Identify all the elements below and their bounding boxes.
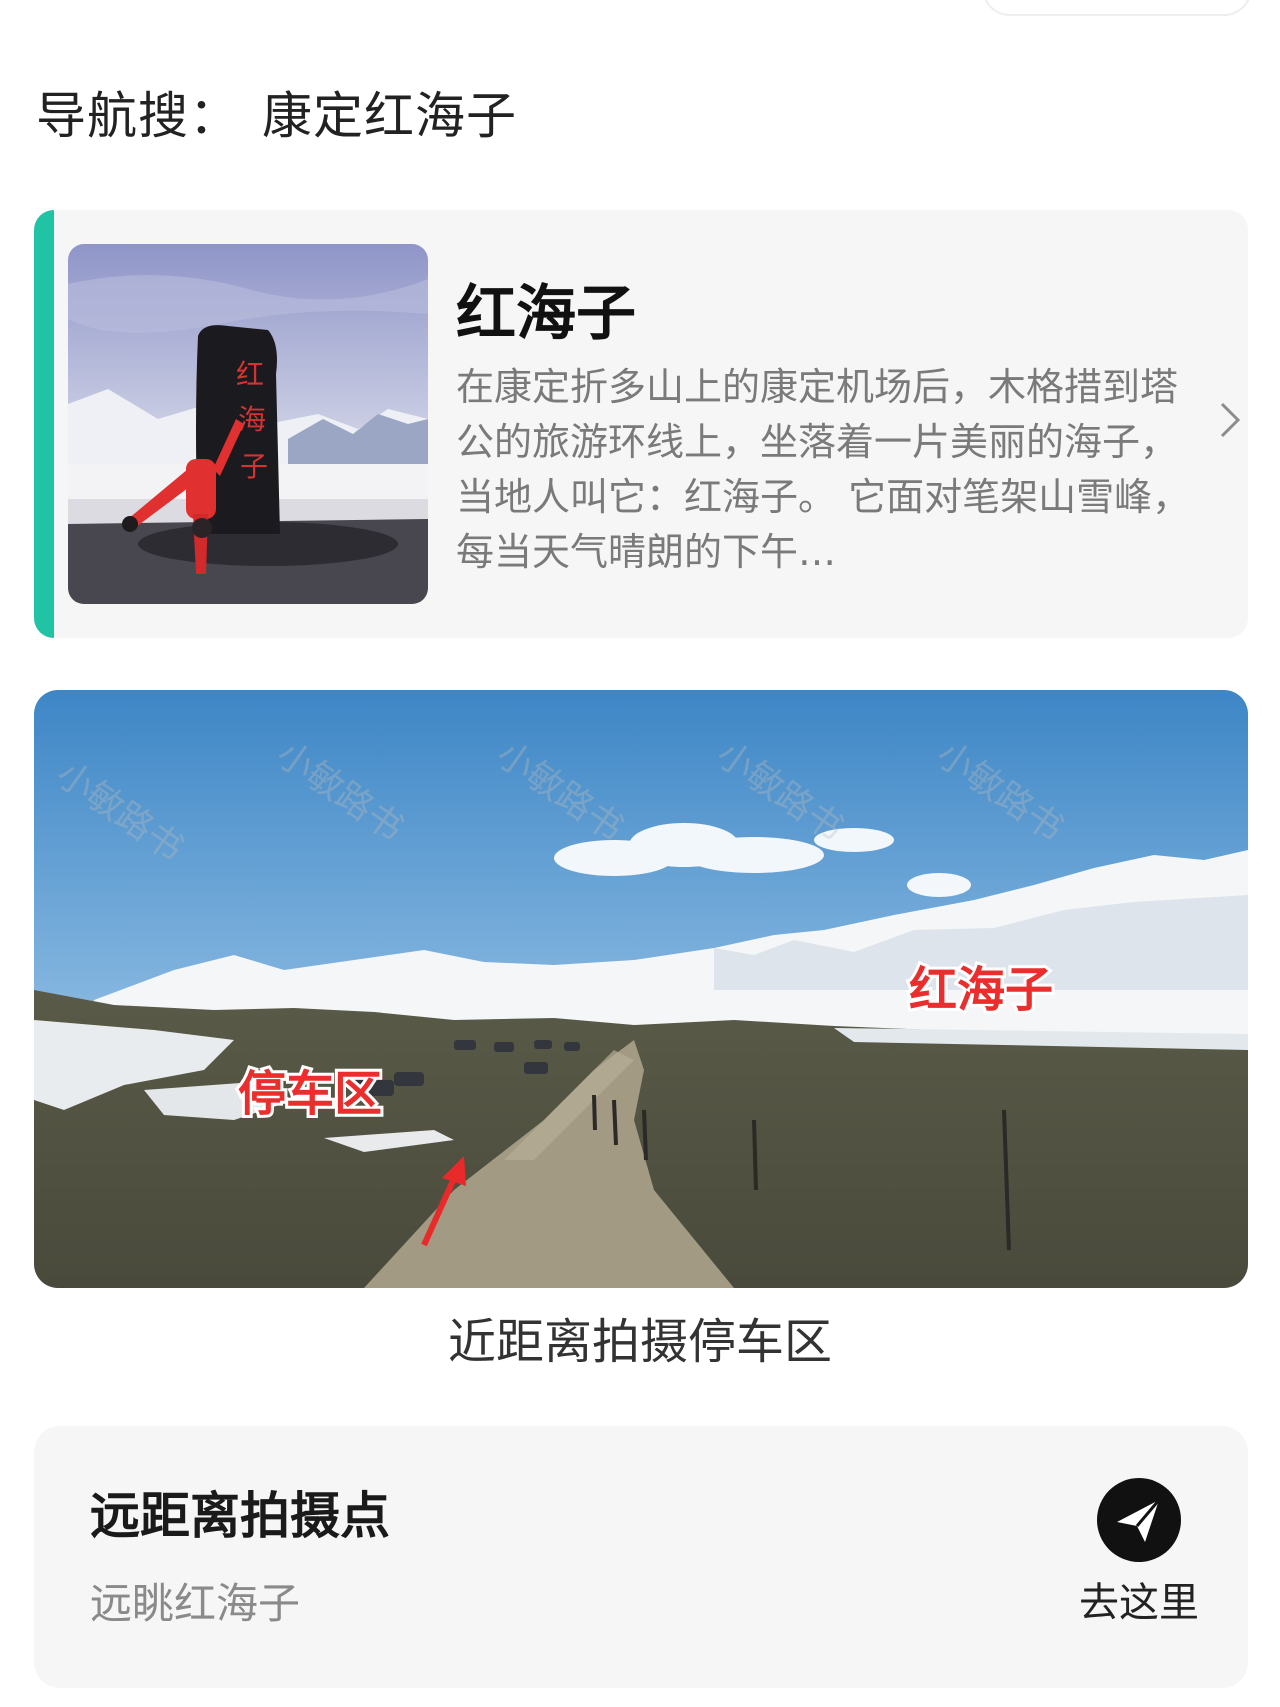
poi-accent-bar — [34, 210, 54, 638]
navigation-colon: ： — [189, 87, 240, 145]
lake-label: 红海子 — [909, 962, 1053, 1018]
scene-photo: 小敏路书 小敏路书 小敏路书 小敏路书 小敏路书 红海子 停车区 — [34, 690, 1248, 1288]
spot-title: 远距离拍摄点 — [90, 1487, 390, 1545]
top-pill-button[interactable] — [982, 0, 1252, 16]
poi-title: 红海子 — [456, 279, 636, 349]
spot-subtitle: 远眺红海子 — [90, 1579, 301, 1628]
photo-caption: 近距离拍摄停车区 — [447, 1314, 832, 1370]
poi-thumbnail: 红 海 子 — [68, 244, 428, 604]
poi-card[interactable]: 红 海 子 红海子 在康定折多山上的康定机场后，木格措到塔公的旅游环线上，坐落着… — [34, 210, 1248, 638]
thumbnail-stone-char-1: 红 — [236, 358, 264, 391]
navigation-prefix: 导航搜 — [36, 87, 189, 145]
navigation-keyword: 康定红海子 — [262, 87, 517, 145]
chevron-right-icon[interactable] — [1210, 400, 1248, 440]
poi-description: 在康定折多山上的康定机场后，木格措到塔公的旅游环线上，坐落着一片美丽的海子，当地… — [456, 365, 1191, 574]
go-here-button[interactable]: 去这里 — [1054, 1478, 1224, 1658]
go-here-label: 去这里 — [1079, 1580, 1199, 1626]
far-photo-spot-card[interactable]: 远距离拍摄点 远眺红海子 去这里 — [34, 1426, 1248, 1688]
parking-area-label: 停车区 — [238, 1066, 382, 1122]
thumbnail-stone-char-2: 海 — [238, 403, 266, 436]
navigation-search-hint: 导航搜： 康定红海子 — [36, 84, 517, 148]
thumbnail-stone-char-3: 子 — [240, 450, 268, 483]
scene-photo-image: 小敏路书 小敏路书 小敏路书 小敏路书 小敏路书 红海子 停车区 — [34, 690, 1248, 1288]
navigate-arrow-icon — [1097, 1478, 1181, 1562]
poi-thumbnail-image: 红 海 子 — [68, 244, 428, 604]
